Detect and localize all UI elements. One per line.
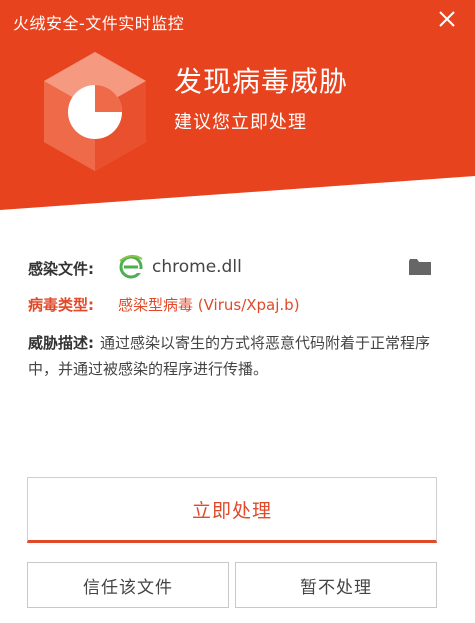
threat-description-label: 威胁描述: [28,334,94,352]
threat-description: 威胁描述: 通过感染以寄生的方式将恶意代码附着于正常程序中，并通过被感染的程序进行… [28,330,448,382]
handle-now-button[interactable]: 立即处理 [27,477,437,543]
virus-type-value: 感染型病毒 (Virus/Xpaj.b) [118,296,300,314]
ie-browser-icon [119,255,144,279]
ignore-button[interactable]: 暂不处理 [235,562,437,608]
trust-file-button[interactable]: 信任该文件 [27,562,229,608]
close-button[interactable] [432,4,462,34]
window-title: 火绒安全-文件实时监控 [13,14,185,33]
alert-subtitle: 建议您立即处理 [174,112,307,133]
alert-header: 火绒安全-文件实时监控 发现病毒威胁 建议您立即处理 [0,0,475,210]
alert-title: 发现病毒威胁 [174,65,349,98]
virus-type-label: 病毒类型: [28,296,94,314]
infected-file-label: 感染文件: [28,260,94,278]
close-icon [439,11,455,27]
folder-icon[interactable] [408,257,432,277]
infected-file-name: chrome.dll [152,257,242,277]
huorong-logo-icon [44,52,146,171]
